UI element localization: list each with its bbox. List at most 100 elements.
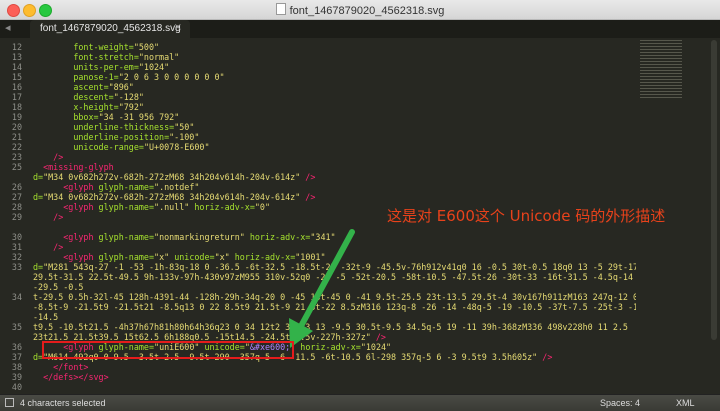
code-token: "M34 0v682h272v-682h-272zM68 34h204v614h… [43, 172, 301, 182]
minimap-preview [640, 40, 682, 100]
line-code: ascent="896" [33, 82, 134, 92]
line-code: </font> [33, 362, 88, 372]
line-number: 18 [11, 102, 22, 112]
code-token: /> [370, 332, 386, 342]
line-number: 15 [11, 72, 22, 82]
line-number: 22 [11, 142, 22, 152]
code-token: "34 -31 956 792" [98, 112, 180, 122]
editor-window: font_1467879020_4562318.svg ◂ font_14678… [0, 0, 720, 411]
code-token: glyph-name= [93, 182, 155, 192]
line-code: /> [33, 242, 63, 252]
code-token: "M281 543q-27 -1 -53 -1h-83q-18 0 -36.5 … [43, 262, 636, 272]
line-code: underline-position="-100" [33, 132, 199, 142]
code-token: d= [33, 192, 44, 202]
code-token: font-stretch= [33, 52, 139, 62]
code-token: "U+0078-E600" [143, 142, 210, 152]
line-number: 30 [11, 232, 22, 242]
panel-toggle-icon[interactable] [5, 398, 14, 407]
line-code: <glyph glyph-name="x" unicode="x" horiz-… [33, 252, 325, 262]
line-code: underline-thickness="50" [33, 122, 194, 132]
code-token: /> [300, 172, 316, 182]
line-number: 38 [11, 362, 22, 372]
line-code: panose-1="2 0 6 3 0 0 0 0 0 0" [33, 72, 225, 82]
line-code: t9.5 -10.5t21.5 -4h37h67h81h80h64h36q23 … [33, 322, 628, 332]
code-token: </defs></svg> [33, 372, 109, 382]
code-token: horiz-adv-x= [229, 252, 296, 262]
line-number: 29 [11, 212, 22, 222]
indentation-status[interactable]: Spaces: 4 [600, 398, 640, 408]
line-code: </defs></svg> [33, 372, 109, 382]
code-token: <missing-glyph [33, 162, 114, 172]
code-token: underline-thickness= [33, 122, 175, 132]
code-token: d= [33, 262, 44, 272]
code-token: x-height= [33, 102, 119, 112]
line-code: bbox="34 -31 956 792" [33, 112, 179, 122]
line-code: d="M34 0v682h272v-682h-272zM68 34h204v61… [33, 192, 315, 202]
selection-status: 4 characters selected [20, 398, 106, 408]
line-number: 16 [11, 82, 22, 92]
code-token: <glyph [33, 232, 94, 242]
line-code: t-29.5 0.5h-32l-45 128h-4391-44 -128h-29… [33, 292, 636, 302]
line-code: -14.5 [33, 312, 58, 322]
code-token: 29.5t-31.5 22.5t-49.5 9h-133v-97h-430v97… [33, 272, 636, 282]
line-number: 36 [11, 342, 22, 352]
code-token: bbox= [33, 112, 99, 122]
line-number: 37 [11, 352, 22, 362]
code-token: panose-1= [33, 72, 119, 82]
line-code: <glyph glyph-name=".notdef" [33, 182, 199, 192]
line-code: -29.5 -0.5 [33, 282, 83, 292]
code-token: t-29.5 0.5h-32l-45 128h-4391-44 -128h-29… [33, 292, 636, 302]
line-code: x-height="792" [33, 102, 144, 112]
code-token: ".notdef" [154, 182, 200, 192]
code-token: -29.5 -0.5 [33, 282, 84, 292]
code-token: descent= [33, 92, 114, 102]
window-title-text: font_1467879020_4562318.svg [289, 5, 445, 17]
code-token: </font> [33, 362, 89, 372]
line-number: 31 [11, 242, 22, 252]
code-token: glyph-name= [93, 202, 155, 212]
line-number: 33 [11, 262, 22, 272]
status-bar: 4 characters selected Spaces: 4 XML [0, 394, 720, 411]
line-code: units-per-em="1024" [33, 62, 169, 72]
code-token: "M34 0v682h272v-682h-272zM68 34h204v614h… [43, 192, 301, 202]
syntax-status[interactable]: XML [676, 398, 695, 408]
code-token: <glyph [33, 252, 94, 262]
line-number: 28 [11, 202, 22, 212]
document-icon [275, 3, 286, 15]
code-token: ascent= [33, 82, 109, 92]
tab-bar: ◂ font_1467879020_4562318.svg × [0, 20, 720, 38]
code-token: unicode= [169, 252, 215, 262]
title-bar: font_1467879020_4562318.svg [0, 0, 720, 20]
line-number: 32 [11, 252, 22, 262]
line-number: 21 [11, 132, 22, 142]
code-token: horiz-adv-x= [295, 342, 361, 352]
code-token: "2 0 6 3 0 0 0 0 0 0" [118, 72, 225, 82]
code-token: unicode-range= [33, 142, 144, 152]
code-token: /> [537, 352, 553, 362]
tab-nav-arrow-icon[interactable]: ◂ [5, 21, 11, 34]
code-token: "792" [118, 102, 144, 112]
line-number: 34 [11, 292, 22, 302]
line-code: font-stretch="normal" [33, 52, 179, 62]
line-code: d="M281 543q-27 -1 -53 -1h-83q-18 0 -36.… [33, 262, 636, 272]
code-token: t9.5 -10.5t21.5 -4h37h67h81h80h64h36q23 … [33, 322, 628, 332]
highlight-box [42, 341, 294, 359]
line-code: unicode-range="U+0078-E600" [33, 142, 210, 152]
code-token: units-per-em= [33, 62, 139, 72]
code-token: underline-position= [33, 132, 170, 142]
tab-file[interactable]: font_1467879020_4562318.svg × [30, 20, 190, 38]
tab-close-icon[interactable]: × [174, 22, 182, 33]
line-code: <missing-glyph [33, 162, 114, 172]
code-token: "x" [154, 252, 170, 262]
line-number: 40 [11, 382, 22, 392]
code-token: "-100" [169, 132, 200, 142]
vertical-scrollbar[interactable] [711, 40, 717, 340]
code-token: horiz-adv-x= [244, 232, 311, 242]
line-code: font-weight="500" [33, 42, 159, 52]
line-number: 26 [11, 182, 22, 192]
code-token: -14.5 [33, 312, 59, 322]
code-token: glyph-name= [93, 232, 155, 242]
code-token: "896" [108, 82, 134, 92]
code-token: <glyph [33, 202, 94, 212]
code-token: ".null" [154, 202, 190, 212]
